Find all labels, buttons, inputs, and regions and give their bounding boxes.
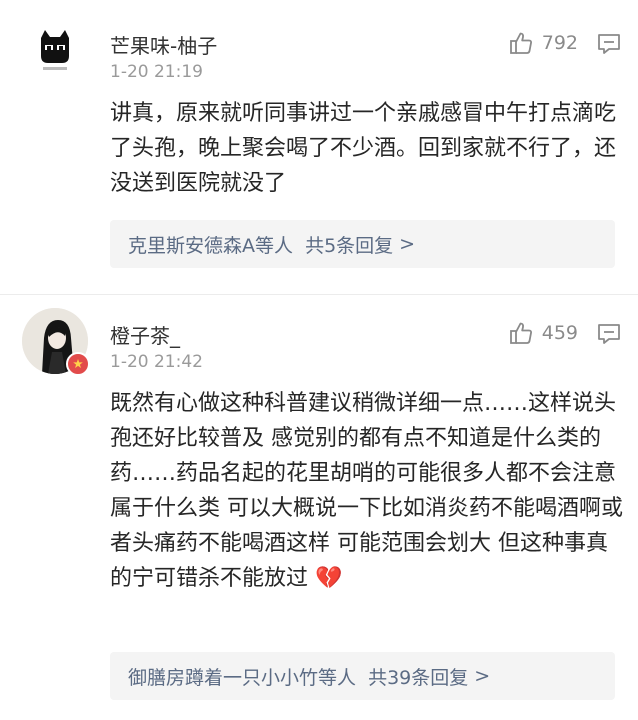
view-replies-link[interactable]: 御膳房蹲着一只小小竹等人 共39条回复 > (110, 652, 615, 700)
replies-summary: 克里斯安德森A等人 共5条回复 (128, 234, 394, 257)
chevron-right-icon: > (399, 233, 416, 255)
thumbs-up-icon (509, 322, 532, 344)
comment-text: 既然有心做这种科普建议稍微详细一点……这样说头孢还好比较普及 感觉别的都有点不知… (110, 386, 625, 596)
like-count: 792 (541, 32, 578, 54)
black-cat-avatar-icon[interactable] (22, 16, 88, 82)
comment-time: 1-20 21:42 (110, 352, 203, 372)
thumbs-up-icon (509, 32, 532, 54)
reply-comment-icon[interactable] (596, 322, 622, 346)
divider (0, 294, 638, 295)
like-button[interactable]: 792 (508, 30, 578, 56)
comment-username[interactable]: 橙子茶_ (110, 320, 180, 349)
comment-text-body: 既然有心做这种科普建议稍微详细一点……这样说头孢还好比较普及 感觉别的都有点不知… (110, 391, 623, 591)
verified-badge-icon (66, 352, 90, 376)
broken-heart-emoji: 💔 (315, 566, 343, 591)
like-button[interactable]: 459 (508, 320, 578, 346)
replies-summary: 御膳房蹲着一只小小竹等人 共39条回复 (128, 666, 469, 689)
view-replies-link[interactable]: 克里斯安德森A等人 共5条回复 > (110, 220, 615, 268)
comment-username[interactable]: 芒果味-柚子 (110, 30, 217, 59)
comment-time: 1-20 21:19 (110, 62, 203, 82)
like-count: 459 (541, 322, 578, 344)
reply-comment-icon[interactable] (596, 32, 622, 56)
comment-text: 讲真，原来就听同事讲过一个亲戚感冒中午打点滴吃了头孢，晚上聚会喝了不少酒。回到家… (110, 101, 617, 196)
chevron-right-icon: > (474, 665, 491, 687)
